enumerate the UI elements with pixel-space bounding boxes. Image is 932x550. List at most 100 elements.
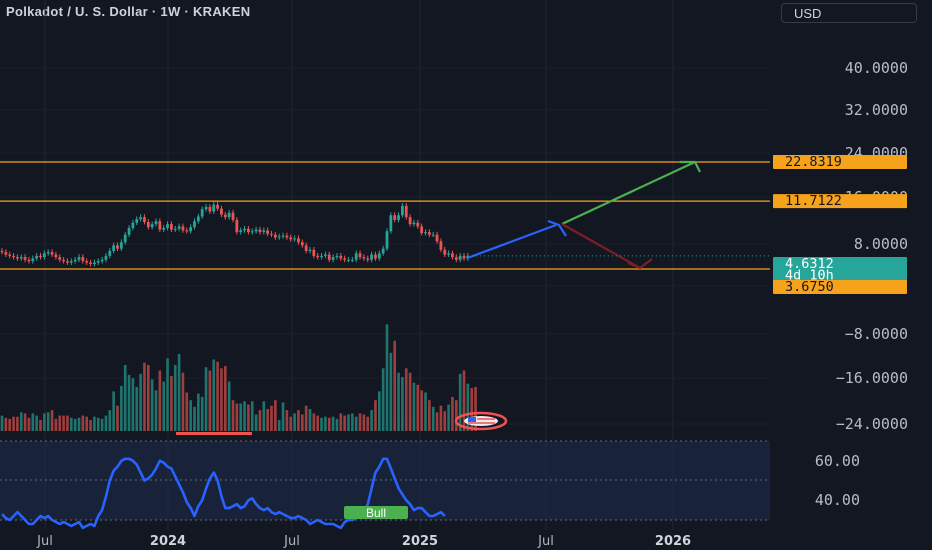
candle-body (262, 230, 266, 233)
candle-body (42, 253, 46, 258)
volume-bar (235, 403, 239, 431)
volume-bar (131, 378, 135, 431)
candle-body (312, 249, 316, 256)
volume-bar (366, 416, 370, 431)
volume-bar (154, 390, 158, 431)
candle-body (189, 227, 193, 232)
candle-body (458, 255, 462, 260)
volume-bar (231, 400, 235, 431)
candle-body (297, 238, 300, 243)
volume-bar (297, 410, 300, 431)
candle-body (69, 261, 73, 263)
volume-bar (4, 417, 8, 431)
projection-arrows[interactable] (467, 160, 770, 270)
volume-bar (112, 391, 115, 431)
volume-bar (281, 402, 285, 431)
candle-body (193, 221, 196, 228)
candle-body (231, 212, 235, 220)
volume-bar (62, 415, 65, 431)
candle-body (204, 206, 208, 210)
candle-body (4, 252, 8, 255)
candle-body (27, 259, 31, 262)
volume-bar (401, 377, 404, 431)
candle-body (324, 254, 327, 256)
candle-body (393, 215, 397, 220)
candle-body (146, 221, 150, 228)
candle-body (154, 221, 158, 225)
volume-bar (227, 381, 231, 431)
volume-bar (96, 417, 100, 431)
volume-bar (424, 392, 427, 431)
projection-up-arrow[interactable] (467, 223, 557, 259)
volume-bar (189, 400, 192, 431)
horizontal-levels[interactable] (0, 161, 770, 270)
volume-bar (166, 358, 169, 431)
volume-bar (173, 365, 177, 431)
volume-bar (308, 409, 312, 431)
candle-body (100, 259, 104, 262)
candle-body (304, 245, 308, 251)
candle-body (96, 261, 100, 263)
volume-bar (270, 405, 273, 431)
volume-bar (35, 415, 38, 431)
price-axis-label: 32.0000 (845, 101, 908, 119)
price-axis-label: 8.0000 (854, 235, 908, 253)
candle-body (181, 226, 185, 231)
volume-bar (181, 372, 185, 431)
volume-bar (343, 415, 346, 431)
candle-body (81, 257, 85, 262)
volume-bar (93, 416, 96, 431)
level-tag-text: 11.7122 (785, 193, 842, 209)
candle-body (123, 234, 127, 243)
candle-body (35, 255, 39, 259)
volume-bar (58, 415, 62, 431)
candle-body (404, 205, 408, 218)
volume-bar (301, 414, 304, 431)
candle-body (293, 238, 296, 240)
volume-bar (420, 390, 423, 431)
time-axis-label: Jul (537, 534, 554, 549)
projection-down-arrow[interactable] (561, 223, 641, 269)
indicator-bear-marker (176, 432, 252, 435)
volume-bar (262, 401, 266, 431)
candle-body (116, 245, 119, 249)
bull-badge-label: Bull (366, 506, 386, 520)
price-axis-label: −24.0000 (836, 415, 908, 433)
candle-body (339, 255, 343, 259)
candle-body (381, 248, 385, 254)
volume-bar (39, 420, 42, 431)
volume-bar (31, 413, 35, 431)
time-axis[interactable]: Jul 2024 Jul 2025 Jul 2026 (36, 534, 691, 549)
volume-bar (389, 352, 393, 431)
volume-bar (212, 359, 216, 431)
projection-target-arrow[interactable] (561, 161, 696, 225)
volume-bar (50, 410, 54, 431)
volume-bar (19, 412, 23, 431)
candle-body (31, 258, 35, 262)
volume-bar (381, 368, 385, 431)
candle-body (62, 259, 65, 262)
volume-bar (416, 384, 420, 431)
volume-bar (385, 324, 389, 431)
volume-bar (370, 410, 373, 431)
candle-body (316, 255, 320, 258)
volume-bar (193, 406, 196, 431)
volume-bar (100, 418, 104, 431)
candle-body (196, 216, 200, 222)
candle-body (16, 257, 19, 259)
volume-bar (12, 416, 15, 431)
time-axis-label: Jul (36, 534, 53, 549)
candle-body (166, 224, 169, 228)
volume-bar (435, 412, 439, 431)
volume-bar (27, 417, 31, 431)
candle-body (254, 229, 258, 232)
price-candles (0, 201, 470, 267)
volume-bar (108, 410, 112, 431)
volume-bar (8, 418, 11, 431)
volume-bar (312, 413, 316, 431)
candle-body (227, 212, 231, 218)
volume-bar (324, 416, 327, 431)
chart-canvas[interactable]: Bull 40.000032.000024.000016.00008.0000−… (0, 0, 932, 550)
candle-body (266, 230, 270, 234)
volume-bar (135, 387, 139, 431)
